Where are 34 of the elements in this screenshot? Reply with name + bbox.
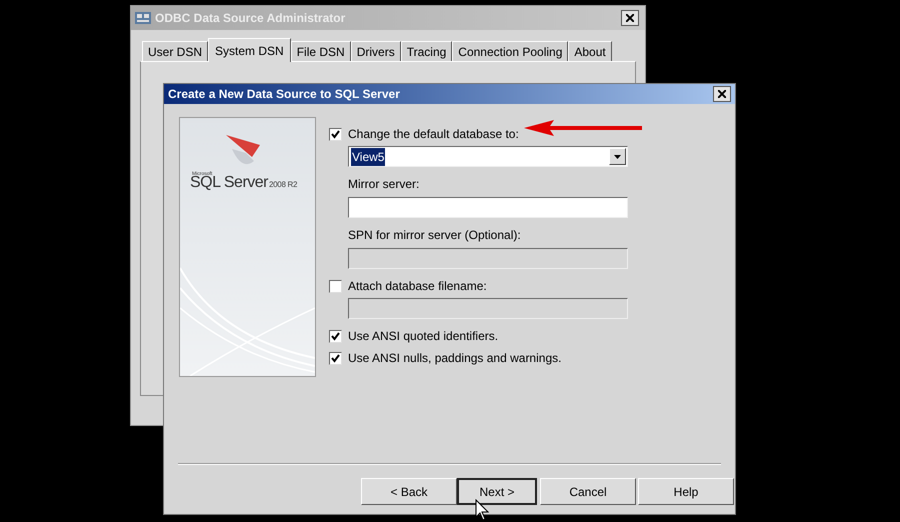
window-title: ODBC Data Source Administrator (155, 10, 346, 27)
database-dropdown[interactable]: View5 (348, 146, 628, 167)
checkbox-label: Change the default database to: (348, 126, 519, 143)
dialog-button[interactable]: Next > (457, 478, 537, 505)
tab[interactable]: About (568, 41, 612, 61)
tab[interactable]: System DSN (208, 38, 291, 62)
tab[interactable]: Connection Pooling (452, 41, 568, 61)
checkbox-label: Use ANSI quoted identifiers. (348, 328, 498, 345)
dropdown-value: View5 (351, 148, 386, 166)
checkbox-label: Attach database filename: (348, 278, 487, 295)
close-button[interactable] (713, 86, 731, 102)
dialog-button[interactable]: Cancel (540, 478, 636, 505)
tab[interactable]: Drivers (350, 41, 401, 61)
dialog-button[interactable]: < Back (361, 478, 457, 505)
checkbox[interactable] (329, 330, 342, 342)
tab[interactable]: Tracing (400, 41, 452, 61)
window-icon (135, 11, 151, 25)
checkbox-label: Use ANSI nulls, paddings and warnings. (348, 350, 562, 367)
dialog-button[interactable]: Help (638, 478, 734, 505)
close-button[interactable] (621, 10, 639, 26)
field-label: Mirror server: (348, 176, 420, 193)
checkbox[interactable] (329, 128, 342, 140)
checkbox[interactable] (329, 280, 342, 292)
checkbox[interactable] (329, 352, 342, 364)
input-field[interactable] (348, 197, 628, 218)
field-label: SPN for mirror server (Optional): (348, 227, 522, 244)
close-icon (718, 90, 726, 98)
cursor-icon (475, 499, 489, 521)
tab[interactable]: User DSN (142, 41, 208, 61)
tab[interactable]: File DSN (290, 41, 351, 61)
product-name: SQL Server (190, 175, 268, 191)
close-icon (626, 14, 634, 22)
version-text: 2008 R2 (269, 181, 298, 189)
dialog-title: Create a New Data Source to SQL Server (168, 86, 401, 103)
